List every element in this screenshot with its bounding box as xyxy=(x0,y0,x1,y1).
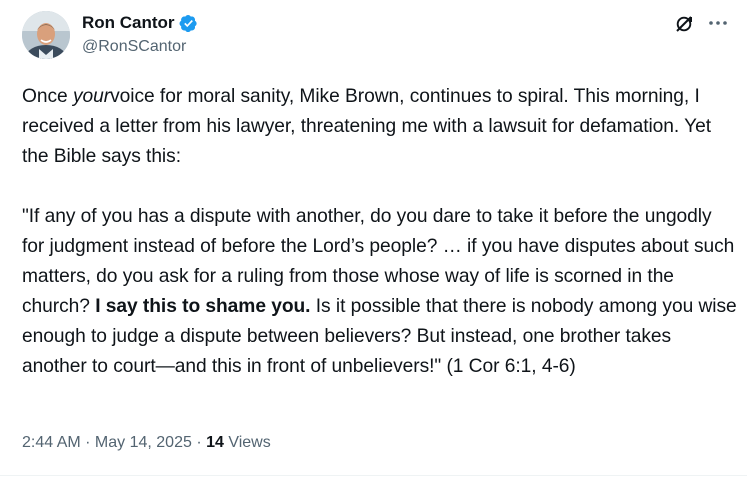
tweet-paragraph-1: Once yourvoice for moral sanity, Mike Br… xyxy=(22,82,737,172)
divider xyxy=(0,475,747,476)
emphasis-your: your xyxy=(72,86,111,107)
author-name-row[interactable]: Ron Cantor xyxy=(82,12,198,34)
grok-icon[interactable] xyxy=(674,14,694,34)
handle[interactable]: @RonSCantor xyxy=(82,37,186,57)
text-span: voice for moral sanity, Mike Brown, cont… xyxy=(22,86,712,167)
meta-separator: · xyxy=(80,434,95,451)
bold-quote: I say this to shame you. xyxy=(95,296,311,317)
text-span: Once xyxy=(22,86,73,107)
meta-separator: · xyxy=(191,434,207,451)
display-name[interactable]: Ron Cantor xyxy=(82,12,175,34)
tweet-meta: 2:44 AM · May 14, 2025 · 14 Views xyxy=(22,432,271,454)
tweet-time[interactable]: 2:44 AM xyxy=(22,434,81,451)
tweet-date[interactable]: May 14, 2025 xyxy=(95,434,192,451)
more-options-icon[interactable] xyxy=(707,12,729,34)
verified-badge-icon[interactable] xyxy=(179,14,198,33)
views-count[interactable]: 14 xyxy=(206,434,224,451)
tweet: Ron Cantor @RonSCantor Once yourvoice fo… xyxy=(0,0,747,481)
views-label: Views xyxy=(223,434,271,451)
avatar[interactable] xyxy=(22,11,70,59)
tweet-paragraph-2: "If any of you has a dispute with anothe… xyxy=(22,202,737,382)
tweet-text: Once yourvoice for moral sanity, Mike Br… xyxy=(22,82,737,382)
